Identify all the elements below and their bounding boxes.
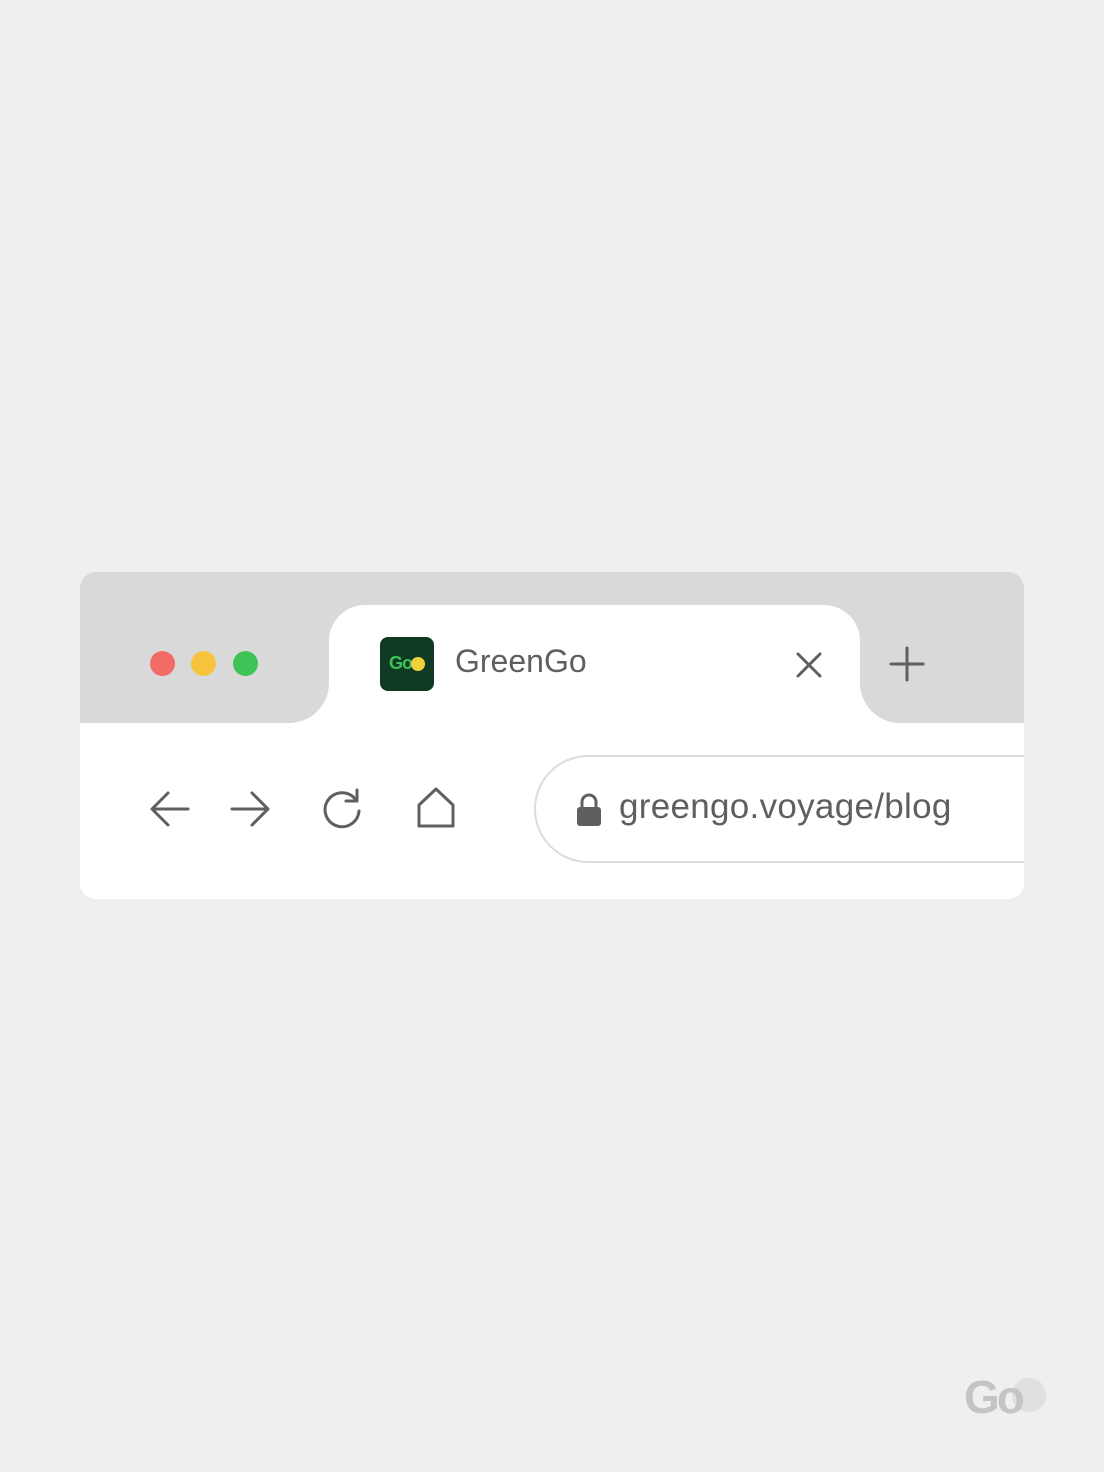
favicon-dot bbox=[411, 657, 425, 671]
lock-icon bbox=[577, 793, 601, 826]
reload-icon[interactable] bbox=[320, 787, 364, 831]
tab-greengo[interactable]: Go GreenGo bbox=[329, 605, 860, 723]
tab-bar: Go GreenGo bbox=[80, 572, 1024, 723]
address-bar[interactable]: greengo.voyage/blog bbox=[534, 755, 1024, 863]
plus-icon[interactable] bbox=[888, 645, 926, 683]
page: Go GreenGo greengo.voyage/blog Go bbox=[0, 0, 1104, 1472]
arrow-right-icon[interactable] bbox=[228, 787, 272, 831]
window-zoom-button[interactable] bbox=[233, 651, 258, 676]
arrow-left-icon[interactable] bbox=[148, 787, 192, 831]
browser-window: Go GreenGo greengo.voyage/blog bbox=[80, 572, 1024, 899]
window-minimize-button[interactable] bbox=[191, 651, 216, 676]
watermark-logo: Go bbox=[962, 1370, 1052, 1423]
favicon-text: Go bbox=[389, 653, 413, 673]
close-icon[interactable] bbox=[793, 649, 825, 681]
favicon: Go bbox=[380, 637, 434, 691]
url-text: greengo.voyage/blog bbox=[619, 787, 952, 826]
home-icon[interactable] bbox=[415, 785, 457, 829]
watermark-text: Go bbox=[964, 1371, 1025, 1423]
tab-title: GreenGo bbox=[455, 643, 587, 679]
window-close-button[interactable] bbox=[150, 651, 175, 676]
toolbar: greengo.voyage/blog bbox=[80, 723, 1024, 899]
